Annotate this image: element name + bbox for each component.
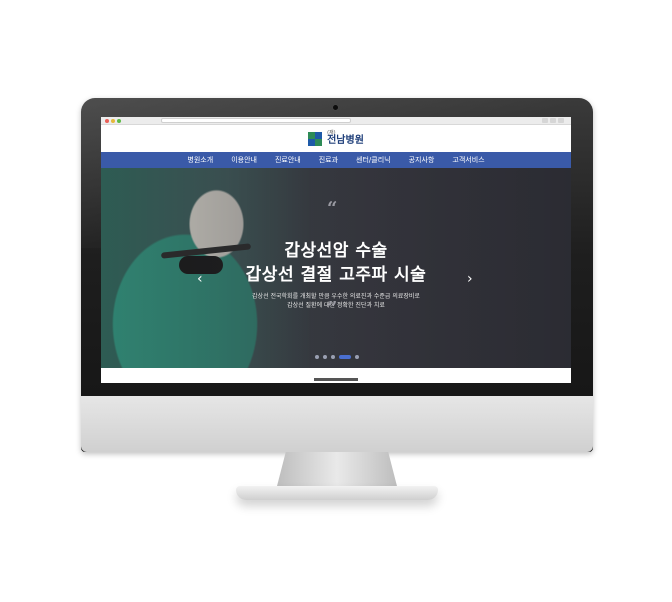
slider-pager-dot[interactable]	[323, 355, 327, 359]
nav-item-notices[interactable]: 공지사항	[409, 155, 435, 165]
nav-item-customer-service[interactable]: 고객서비스	[452, 155, 484, 165]
site-logo[interactable]: (재) 전남병원	[327, 131, 364, 146]
browser-control-button[interactable]	[542, 118, 548, 123]
browser-control-button[interactable]	[558, 118, 564, 123]
monitor-chin	[81, 396, 593, 452]
slider-pager-dot[interactable]	[339, 355, 351, 359]
main-navigation: 병원소개 이용안내 진료안내 진료과 센터/클리닉 공지사항 고객서비스	[101, 152, 571, 168]
logo-title: 전남병원	[327, 135, 364, 146]
monitor-stand-neck	[276, 452, 398, 490]
hero-headline-line-1: 갑상선암 수술	[284, 241, 388, 261]
slider-pager-dot[interactable]	[331, 355, 335, 359]
window-close-button[interactable]	[105, 119, 109, 123]
section-title-partial	[314, 378, 358, 381]
slider-pagination	[315, 355, 359, 359]
content-section-top	[101, 368, 571, 383]
slider-pager-dot[interactable]	[315, 355, 319, 359]
address-bar[interactable]	[161, 118, 351, 123]
slider-pager-dot[interactable]	[355, 355, 359, 359]
browser-control-button[interactable]	[550, 118, 556, 123]
hero-slider: “ 갑상선암 수술 갑상선 결절 고주파 시술 갑상선 전국학회를 개최할 만큼…	[101, 168, 571, 368]
nav-item-hospital-intro[interactable]: 병원소개	[187, 155, 213, 165]
browser-toolbar	[101, 117, 571, 125]
nav-item-usage-guide[interactable]: 이용안내	[231, 155, 257, 165]
nav-item-centers-clinics[interactable]: 센터/클리닉	[356, 155, 391, 165]
monitor-screen: (재) 전남병원 병원소개 이용안내 진료안내 진료과 센터/클리닉 공지사항 …	[101, 117, 571, 383]
slider-prev-arrow-icon[interactable]: ‹	[197, 272, 203, 286]
nav-item-treatment-guide[interactable]: 진료안내	[275, 155, 301, 165]
open-quote-icon: “	[327, 198, 338, 219]
webcam	[332, 104, 339, 111]
close-quote-icon: ”	[327, 298, 338, 319]
site-header: (재) 전남병원	[101, 125, 571, 152]
hero-headline-line-2: 갑상선 결절 고주파 시술	[245, 265, 427, 285]
nav-item-departments[interactable]: 진료과	[319, 155, 338, 165]
window-maximize-button[interactable]	[117, 119, 121, 123]
window-minimize-button[interactable]	[111, 119, 115, 123]
slider-next-arrow-icon[interactable]: ›	[467, 272, 473, 286]
hospital-logo-icon[interactable]	[308, 131, 323, 146]
monitor-stand-base	[236, 486, 438, 500]
